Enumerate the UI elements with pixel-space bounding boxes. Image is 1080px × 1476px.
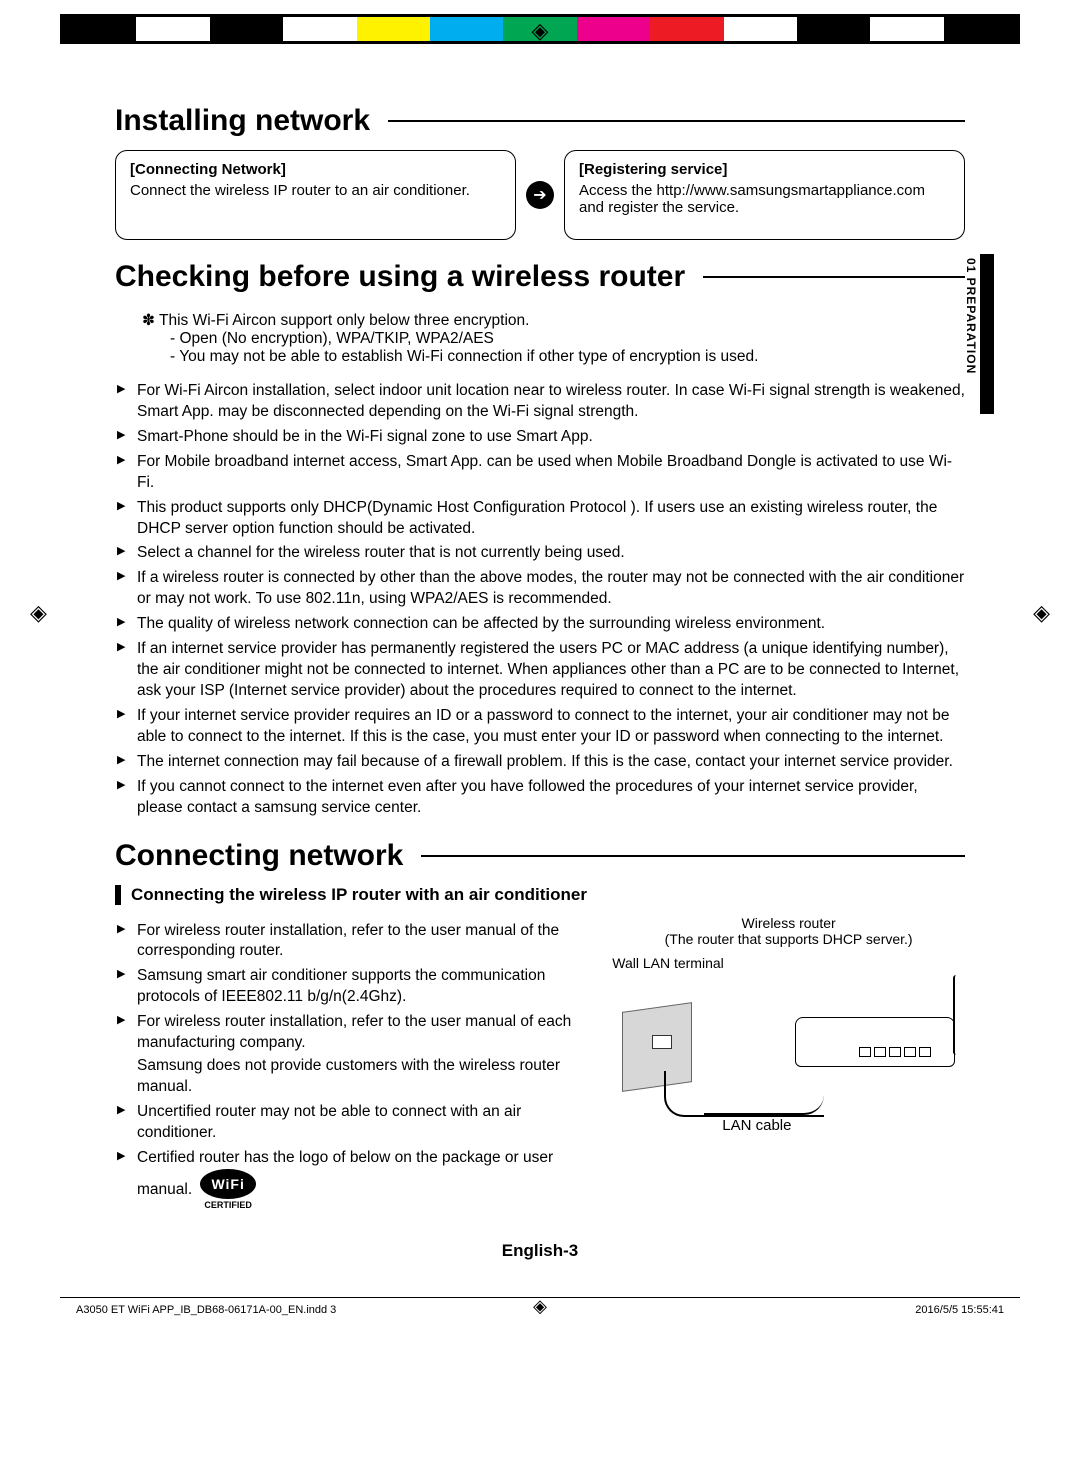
router-ports-icon (859, 1047, 931, 1057)
list-item: Smart-Phone should be in the Wi-Fi signa… (115, 427, 965, 448)
router-body-icon (795, 1017, 955, 1067)
registering-service-box: [Registering service] Access the http://… (564, 150, 965, 240)
list-item: For wireless router installation, refer … (115, 1012, 592, 1098)
wall-terminal-label: Wall LAN terminal (612, 955, 965, 971)
router-diagram-column: Wireless router (The router that support… (612, 915, 965, 1215)
overview-steps-row: [Connecting Network] Connect the wireles… (115, 150, 965, 240)
check-bullet-list: For Wi-Fi Aircon installation, select in… (115, 381, 965, 819)
router-sublabel: (The router that supports DHCP server.) (612, 931, 965, 947)
side-tab-marker (980, 254, 994, 414)
print-footer: A3050 ET WiFi APP_IB_DB68-06171A-00_EN.i… (60, 1297, 1020, 1316)
box-title: [Connecting Network] (130, 161, 501, 178)
heading-text: Connecting network (115, 839, 403, 873)
lan-cable-icon (704, 1095, 824, 1115)
connecting-row: For wireless router installation, refer … (115, 915, 965, 1215)
connect-bullet-list: For wireless router installation, refer … (115, 921, 592, 1211)
indd-filename: A3050 ET WiFi APP_IB_DB68-06171A-00_EN.i… (76, 1304, 336, 1316)
list-item: For Wi-Fi Aircon installation, select in… (115, 381, 965, 423)
subheading-connecting-router: Connecting the wireless IP router with a… (115, 885, 965, 905)
note-line: - Open (No encryption), WPA/TKIP, WPA2/A… (170, 330, 958, 348)
lan-cable-label: LAN cable (722, 1117, 791, 1134)
box-body: Connect the wireless IP router to an air… (130, 182, 501, 199)
page-content: Installing network [Connecting Network] … (0, 44, 1080, 1291)
heading-text: Checking before using a wireless router (115, 260, 685, 294)
connecting-text-column: For wireless router installation, refer … (115, 915, 592, 1215)
heading-checking-router: Checking before using a wireless router (115, 260, 965, 294)
print-timestamp: 2016/5/5 15:55:41 (915, 1304, 1004, 1316)
arrow-right-icon: ➔ (526, 181, 554, 209)
list-item: The internet connection may fail because… (115, 752, 965, 773)
box-body: Access the http://www.samsungsmartapplia… (579, 182, 950, 216)
heading-installing-network: Installing network (115, 104, 965, 138)
side-tab-preparation: 01 PREPARATION (962, 254, 994, 414)
note-line: - You may not be able to establish Wi-Fi… (170, 348, 958, 366)
page-number: English-3 (115, 1241, 965, 1261)
list-item: Samsung smart air conditioner supports t… (115, 966, 592, 1008)
connecting-network-box: [Connecting Network] Connect the wireles… (115, 150, 516, 240)
heading-text: Installing network (115, 104, 370, 138)
registration-mark-top: ◈ (532, 18, 549, 44)
subhead-bar-icon (115, 885, 121, 905)
router-label: Wireless router (612, 915, 965, 931)
heading-connecting-network: Connecting network (115, 839, 965, 873)
list-item: Certified router has the logo of below o… (115, 1148, 592, 1211)
box-title: [Registering service] (579, 161, 950, 178)
list-item: If your internet service provider requir… (115, 706, 965, 748)
list-item: This product supports only DHCP(Dynamic … (115, 498, 965, 540)
list-item: For Mobile broadband internet access, Sm… (115, 452, 965, 494)
list-item: For wireless router installation, refer … (115, 921, 592, 963)
encryption-note: ✽ This Wi-Fi Aircon support only below t… (115, 306, 965, 373)
list-item: If you cannot connect to the internet ev… (115, 777, 965, 819)
list-item: If an internet service provider has perm… (115, 639, 965, 702)
router-diagram: LAN cable (612, 977, 965, 1137)
list-item: Select a channel for the wireless router… (115, 543, 965, 564)
note-line: ✽ This Wi-Fi Aircon support only below t… (142, 311, 958, 330)
registration-mark-bottom: ◈ (533, 1296, 547, 1317)
router-antenna-icon (953, 975, 959, 1055)
subhead-text: Connecting the wireless IP router with a… (131, 885, 587, 905)
wall-jack-icon (652, 1035, 672, 1049)
list-item: Uncertified router may not be able to co… (115, 1102, 592, 1144)
list-item: The quality of wireless network connecti… (115, 614, 965, 635)
list-item: If a wireless router is connected by oth… (115, 568, 965, 610)
wifi-certified-logo: WiFiCERTIFIED (200, 1169, 256, 1211)
